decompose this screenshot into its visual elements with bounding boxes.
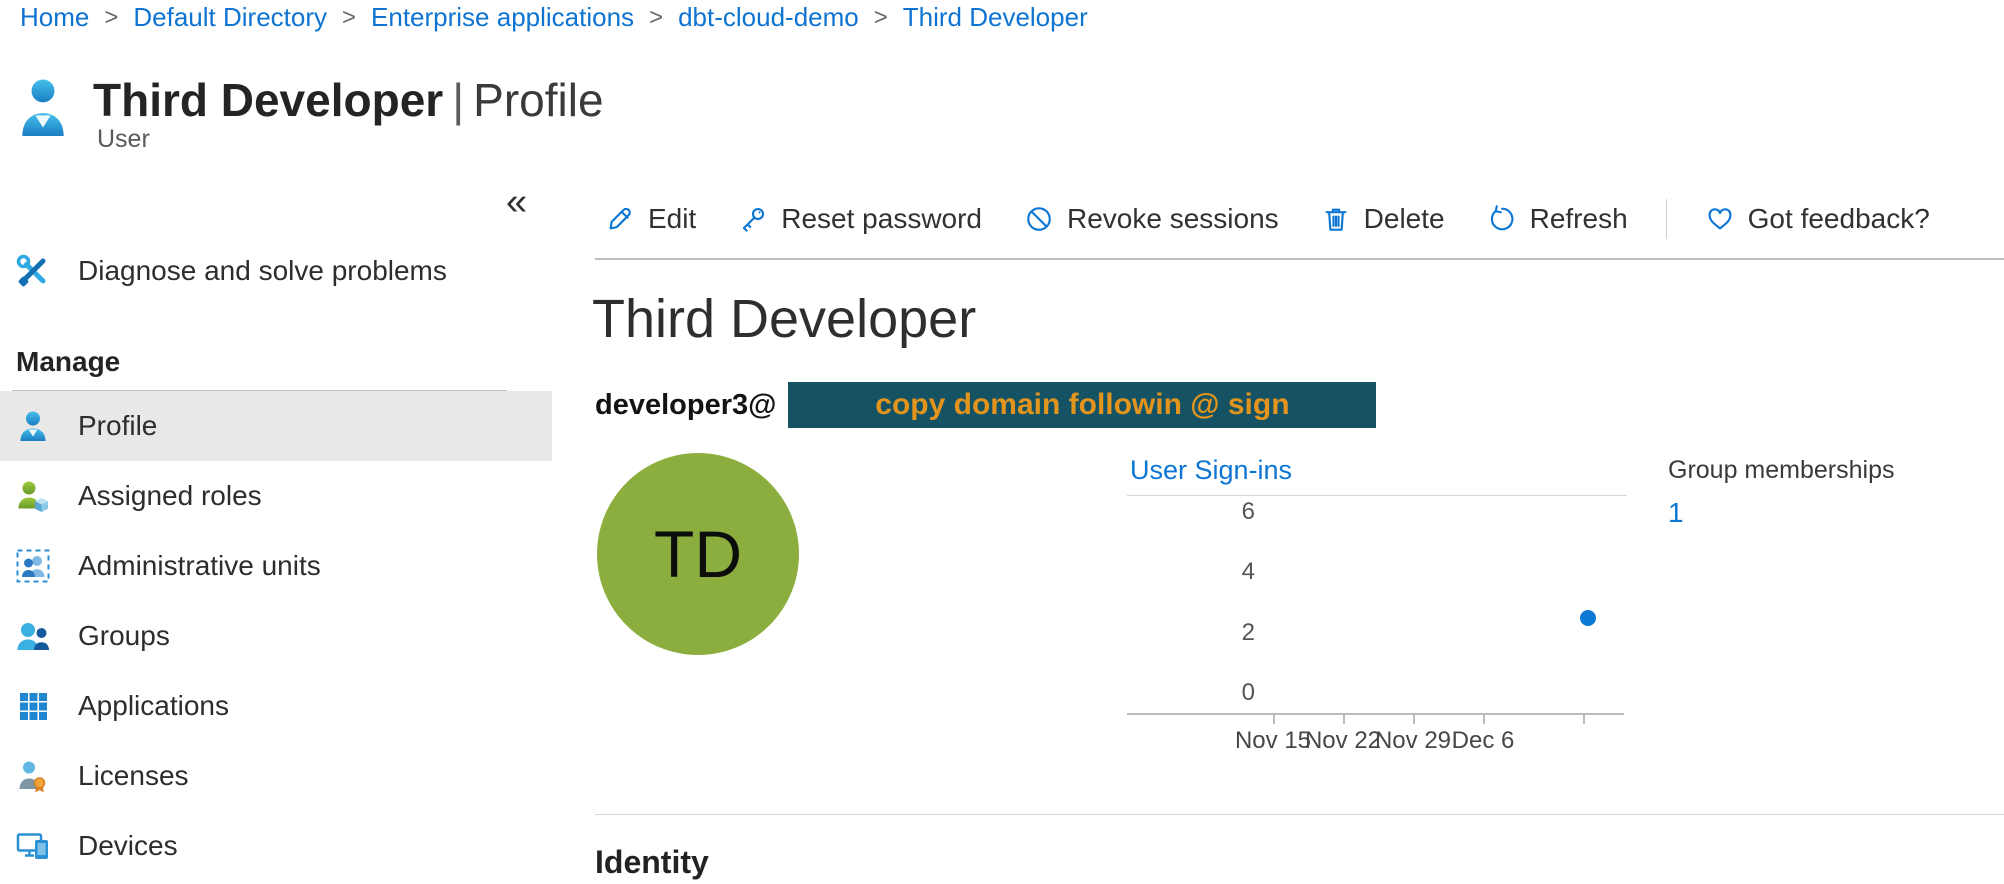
button-label: Reset password bbox=[781, 203, 982, 235]
sidebar-item-label: Assigned roles bbox=[78, 480, 262, 512]
breadcrumb-home[interactable]: Home bbox=[20, 2, 89, 33]
revoke-sessions-button[interactable]: Revoke sessions bbox=[1024, 203, 1279, 235]
user-display-name: Third Developer bbox=[592, 288, 976, 350]
user-principal-name-row: developer3@ copy domain followin @ sign bbox=[595, 382, 1376, 428]
reset-password-button[interactable]: Reset password bbox=[738, 203, 982, 235]
x-axis-tick bbox=[1583, 715, 1585, 724]
breadcrumb-dbt-cloud-demo[interactable]: dbt-cloud-demo bbox=[678, 2, 859, 33]
sidebar-item-label: Licenses bbox=[78, 760, 189, 792]
key-icon bbox=[738, 204, 768, 234]
applications-grid-icon bbox=[16, 689, 50, 723]
button-label: Refresh bbox=[1530, 203, 1628, 235]
page-title: Third Developer|Profile bbox=[93, 73, 604, 127]
sidebar-collapse-button[interactable]: « bbox=[506, 183, 527, 221]
chart-title-underline bbox=[1127, 495, 1627, 496]
refresh-button[interactable]: Refresh bbox=[1487, 203, 1628, 235]
x-axis-tick bbox=[1483, 715, 1485, 724]
breadcrumb: Home > Default Directory > Enterprise ap… bbox=[20, 2, 1088, 33]
sidebar: Diagnose and solve problems Manage Profi… bbox=[0, 236, 552, 881]
group-memberships-count-link[interactable]: 1 bbox=[1668, 497, 1684, 529]
page-title-name: Third Developer bbox=[93, 74, 443, 126]
profile-person-icon bbox=[16, 409, 50, 443]
breadcrumb-enterprise-applications[interactable]: Enterprise applications bbox=[371, 2, 634, 33]
groups-icon bbox=[16, 619, 50, 653]
command-toolbar: Edit Reset password Revoke sessions bbox=[595, 192, 1930, 246]
sidebar-item-label: Profile bbox=[78, 410, 157, 442]
user-sign-ins-link[interactable]: User Sign-ins bbox=[1130, 455, 1292, 486]
breadcrumb-default-directory[interactable]: Default Directory bbox=[133, 2, 327, 33]
user-sign-ins-chart: User Sign-ins 0246Nov 15Nov 22Nov 29Dec … bbox=[1127, 455, 1627, 765]
x-axis-line bbox=[1127, 713, 1624, 715]
heart-icon bbox=[1705, 204, 1735, 234]
sidebar-item-profile[interactable]: Profile bbox=[0, 391, 552, 461]
sidebar-item-label: Administrative units bbox=[78, 550, 321, 582]
breadcrumb-separator: > bbox=[342, 4, 356, 32]
sidebar-item-label: Groups bbox=[78, 620, 170, 652]
section-divider bbox=[595, 814, 2004, 815]
avatar: TD bbox=[597, 453, 799, 655]
sign-in-data-point bbox=[1580, 610, 1596, 626]
button-label: Edit bbox=[648, 203, 696, 235]
group-memberships-block: Group memberships 1 bbox=[1668, 456, 1894, 529]
sidebar-item-licenses[interactable]: Licenses bbox=[0, 741, 552, 811]
page-title-divider: | bbox=[452, 74, 464, 126]
x-axis-tick bbox=[1413, 715, 1415, 724]
x-axis-tick-label: Dec 6 bbox=[1428, 727, 1538, 755]
sidebar-item-assigned-roles[interactable]: Assigned roles bbox=[0, 461, 552, 531]
got-feedback-button[interactable]: Got feedback? bbox=[1705, 203, 1930, 235]
toolbar-divider bbox=[595, 258, 2004, 260]
trash-icon bbox=[1321, 204, 1351, 234]
breadcrumb-separator: > bbox=[649, 4, 663, 32]
devices-icon bbox=[16, 829, 50, 863]
sidebar-item-devices[interactable]: Devices bbox=[0, 811, 552, 881]
button-label: Got feedback? bbox=[1748, 203, 1930, 235]
domain-redaction-overlay: copy domain followin @ sign bbox=[788, 382, 1376, 428]
breadcrumb-separator: > bbox=[104, 4, 118, 32]
sidebar-section-manage: Manage bbox=[0, 334, 552, 390]
azure-user-profile-page: Home > Default Directory > Enterprise ap… bbox=[0, 0, 2004, 884]
page-subtitle: User bbox=[97, 125, 150, 154]
sidebar-item-label: Diagnose and solve problems bbox=[78, 255, 447, 287]
tools-icon bbox=[16, 254, 50, 288]
y-axis-tick-label: 0 bbox=[1215, 678, 1255, 708]
page-title-section: Profile bbox=[473, 74, 603, 126]
button-label: Delete bbox=[1364, 203, 1445, 235]
y-axis-tick-label: 4 bbox=[1215, 557, 1255, 587]
x-axis-tick bbox=[1273, 715, 1275, 724]
administrative-units-icon bbox=[16, 549, 50, 583]
sidebar-item-groups[interactable]: Groups bbox=[0, 601, 552, 671]
sidebar-item-label: Devices bbox=[78, 830, 178, 862]
y-axis-tick-label: 6 bbox=[1215, 497, 1255, 527]
block-icon bbox=[1024, 204, 1054, 234]
sidebar-item-diagnose-and-solve-problems[interactable]: Diagnose and solve problems bbox=[0, 236, 552, 306]
sidebar-item-applications[interactable]: Applications bbox=[0, 671, 552, 741]
identity-section-heading: Identity bbox=[595, 844, 709, 881]
user-person-icon bbox=[17, 76, 69, 138]
breadcrumb-separator: > bbox=[874, 4, 888, 32]
breadcrumb-third-developer[interactable]: Third Developer bbox=[903, 2, 1088, 33]
edit-button[interactable]: Edit bbox=[605, 203, 696, 235]
group-memberships-label: Group memberships bbox=[1668, 456, 1894, 485]
pencil-icon bbox=[605, 204, 635, 234]
refresh-icon bbox=[1487, 204, 1517, 234]
assigned-roles-icon bbox=[16, 479, 50, 513]
sidebar-item-label: Applications bbox=[78, 690, 229, 722]
toolbar-separator bbox=[1666, 199, 1667, 239]
x-axis-tick bbox=[1343, 715, 1345, 724]
button-label: Revoke sessions bbox=[1067, 203, 1279, 235]
y-axis-tick-label: 2 bbox=[1215, 618, 1255, 648]
licenses-icon bbox=[16, 759, 50, 793]
email-prefix: developer3@ bbox=[595, 389, 776, 422]
delete-button[interactable]: Delete bbox=[1321, 203, 1445, 235]
sidebar-item-administrative-units[interactable]: Administrative units bbox=[0, 531, 552, 601]
